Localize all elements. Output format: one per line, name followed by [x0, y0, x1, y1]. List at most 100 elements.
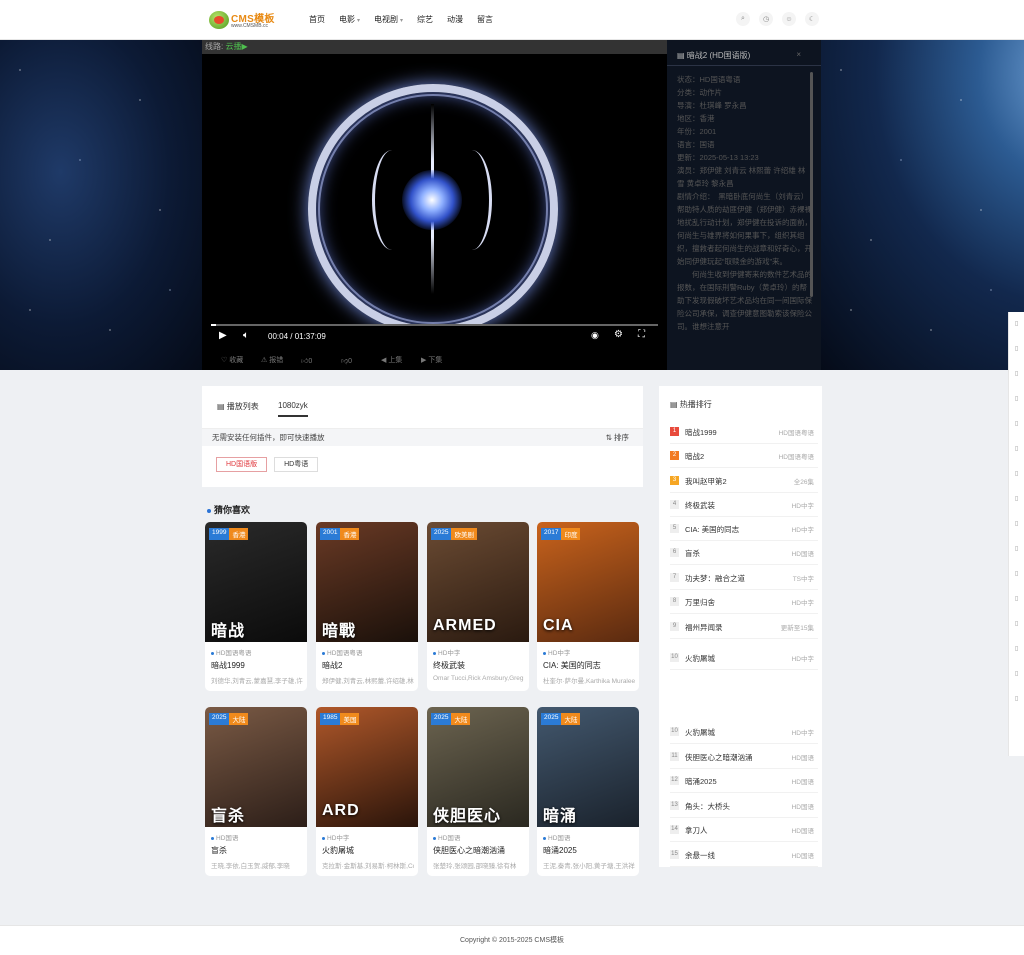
rank-name[interactable]: 我叫赵甲第2 [685, 476, 780, 487]
card-title[interactable]: 暗战2 [322, 660, 414, 671]
float-item[interactable]: ▯ [1009, 387, 1024, 412]
video-card[interactable]: 1985 美国 ARD HD中字 火豹屠城 克拉斯·金斯基,刘易斯·柯林斯,Col [316, 707, 418, 876]
float-item[interactable]: ▯ [1009, 562, 1024, 587]
float-item[interactable]: ▯ [1009, 612, 1024, 637]
rank-name[interactable]: 侠胆医心之暗潮汹涌 [685, 752, 780, 763]
play-icon[interactable]: ▶ [219, 330, 227, 341]
card-title[interactable]: 侠胆医心之暗潮汹涌 [433, 845, 525, 856]
tab-1080zyk[interactable]: 1080zyk [278, 401, 308, 417]
float-item[interactable]: ▯ [1009, 312, 1024, 337]
gear-icon[interactable]: ⚙ [614, 329, 623, 340]
rank-number: 14 [670, 825, 679, 834]
ranking-item[interactable]: 9 福州异闻录 更新至15集 [670, 615, 818, 639]
card-title[interactable]: CIA: 美国的同志 [543, 660, 635, 671]
ranking-item[interactable]: 4 终极武装 HD中字 [670, 493, 818, 517]
close-icon[interactable]: × [796, 50, 801, 59]
float-item[interactable]: ▯ [1009, 537, 1024, 562]
video-card[interactable]: 2025 大陆 盲杀 HD国语 盲杀 王晓,李依,白玉贺,威郁,李晓 [205, 707, 307, 876]
fullscreen-icon[interactable]: ⛶ [638, 329, 645, 340]
ranking-item[interactable]: 10 火豹屠城 HD中字 [670, 646, 818, 670]
card-title[interactable]: 火豹屠城 [322, 845, 414, 856]
video-player[interactable]: 线路: 云播▶ ▶ 🔈︎ 00:04 / 01:37:09 ◉ ⚙ ⛶ ♡ 收藏… [202, 40, 667, 370]
ranking-item[interactable]: 11 侠胆医心之暗潮汹涌 HD国语 [670, 745, 818, 769]
sort-button[interactable]: ⇅ 排序 [606, 429, 629, 446]
rank-name[interactable]: 角头：大桥头 [685, 801, 780, 812]
float-item[interactable]: ▯ [1009, 487, 1024, 512]
line-selector[interactable]: 线路: 云播▶ [202, 40, 667, 54]
rank-name[interactable]: 盲杀 [685, 548, 780, 559]
rank-name[interactable]: 暗战1999 [685, 427, 780, 438]
rank-name[interactable]: 拿刀人 [685, 825, 780, 836]
float-item[interactable]: ▯ [1009, 362, 1024, 387]
float-item[interactable]: ▯ [1009, 437, 1024, 462]
card-title[interactable]: 盲杀 [211, 845, 303, 856]
rank-name[interactable]: 万里归舍 [685, 597, 780, 608]
float-item[interactable]: ▯ [1009, 412, 1024, 437]
float-item[interactable]: ▯ [1009, 462, 1024, 487]
ranking-item[interactable]: 7 功夫梦：融合之道 TS中字 [670, 566, 818, 590]
tab-playlist[interactable]: ▤ 播放列表 [217, 401, 259, 412]
ranking-item[interactable]: 14 拿刀人 HD国语 [670, 818, 818, 842]
video-card[interactable]: 1999 香港 暗战 HD国语粤语 暗战1999 刘德华,刘青云,蒙嘉慧,李子雄,许 [205, 522, 307, 691]
episode-button[interactable]: HD粤语 [274, 457, 319, 472]
card-title[interactable]: 暗涌2025 [543, 845, 635, 856]
rank-name[interactable]: 终极武装 [685, 500, 780, 511]
ranking-item[interactable]: 8 万里归舍 HD中字 [670, 590, 818, 614]
rank-name[interactable]: 暗战2 [685, 451, 780, 462]
ranking-item[interactable]: 10 火豹屠城 HD中字 [670, 720, 818, 744]
volume-icon[interactable]: 🔈︎ [243, 330, 249, 341]
card-title[interactable]: 暗战1999 [211, 660, 303, 671]
floating-sidebar[interactable]: ▯ ▯ ▯ ▯ ▯ ▯ ▯ ▯ ▯ ▯ ▯ ▯ ▯ ▯ ▯ ▯ [1008, 312, 1024, 756]
nav-item-home[interactable]: 首页 [309, 14, 325, 25]
card-title[interactable]: 终极武装 [433, 660, 525, 671]
search-icon[interactable]: ⌕ [736, 12, 750, 26]
ranking-item[interactable]: 6 盲杀 HD国语 [670, 541, 818, 565]
float-item[interactable]: ▯ [1009, 662, 1024, 687]
float-item[interactable]: ▯ [1009, 637, 1024, 662]
nav-item-anime[interactable]: 动漫 [447, 14, 463, 25]
rank-name[interactable]: 福州异闻录 [685, 622, 780, 633]
rank-name[interactable]: 功夫梦：融合之道 [685, 573, 780, 584]
moon-icon[interactable]: ☾ [805, 12, 819, 26]
rank-name[interactable]: 火豹屠城 [685, 727, 780, 738]
rank-name[interactable]: 火豹屠城 [685, 653, 780, 664]
rank-name[interactable]: 暗涌2025 [685, 776, 780, 787]
prev-episode-button[interactable]: ◀ 上集 [381, 355, 421, 365]
video-card[interactable]: 2017 印度 CIA HD中字 CIA: 美国的同志 杜奎尔·萨尔曼,Karthika … [537, 522, 639, 691]
nav-item-variety[interactable]: 综艺 [417, 14, 433, 25]
video-frame[interactable] [202, 54, 667, 326]
favorite-button[interactable]: ♡ 收藏 [221, 355, 261, 365]
info-scrollbar[interactable] [810, 72, 813, 297]
ranking-item[interactable]: 3 我叫赵甲第2 全26集 [670, 469, 818, 493]
like-button[interactable]: 👍︎0 [301, 356, 341, 365]
dislike-button[interactable]: 👎︎0 [341, 356, 381, 365]
line-value[interactable]: 云播▶ [225, 42, 247, 51]
ranking-item[interactable]: 2 暗战2 HD国语粤语 [670, 444, 818, 468]
video-card[interactable]: 2025 大陆 暗涌 HD国语 暗涌2025 王泥,秦青,张小阳,黄子塘,王洪祥 [537, 707, 639, 876]
ranking-item[interactable]: 5 CIA: 美国的同志 HD中字 [670, 517, 818, 541]
float-item[interactable]: ▯ [1009, 512, 1024, 537]
video-card[interactable]: 2001 香港 暗戰 HD国语粤语 暗战2 郑伊健,刘青云,林熙蕾,许绍雄,林 [316, 522, 418, 691]
rank-name[interactable]: CIA: 美国的同志 [685, 524, 780, 535]
rank-name[interactable]: 余悬一线 [685, 850, 780, 861]
site-logo[interactable]: CMS模板 www.CMSMB.cc [209, 9, 279, 31]
ranking-item[interactable]: 1 暗战1999 HD国语粤语 [670, 420, 818, 444]
user-icon[interactable]: ☺ [782, 12, 796, 26]
screenshot-icon[interactable]: ◉ [591, 330, 599, 341]
ranking-item[interactable]: 12 暗涌2025 HD国语 [670, 769, 818, 793]
progress-bar[interactable] [211, 324, 658, 326]
video-card[interactable]: 2025 欧美剧 ARMED HD中字 终极武装 Omar Tucci,Rick Amsb… [427, 522, 529, 691]
float-item[interactable]: ▯ [1009, 337, 1024, 362]
float-item[interactable]: ▯ [1009, 587, 1024, 612]
report-button[interactable]: ⚠ 报错 [261, 355, 301, 365]
nav-item-tv[interactable]: 电视剧 ▾ [374, 14, 403, 25]
ranking-item[interactable]: 13 角头：大桥头 HD国语 [670, 794, 818, 818]
nav-item-movies[interactable]: 电影 ▾ [339, 14, 360, 25]
next-episode-button[interactable]: ▶ 下集 [421, 355, 461, 365]
nav-item-message[interactable]: 留言 [477, 14, 493, 25]
float-item[interactable]: ▯ [1009, 687, 1024, 712]
video-card[interactable]: 2025 大陆 侠胆医心 HD国语 侠胆医心之暗潮汹涌 张楚玲,张颂园,邵晓臻,徐有林 [427, 707, 529, 876]
history-icon[interactable]: ◷ [759, 12, 773, 26]
episode-button[interactable]: HD国语版 [216, 457, 268, 472]
ranking-item[interactable]: 15 余悬一线 HD国语 [670, 843, 818, 867]
